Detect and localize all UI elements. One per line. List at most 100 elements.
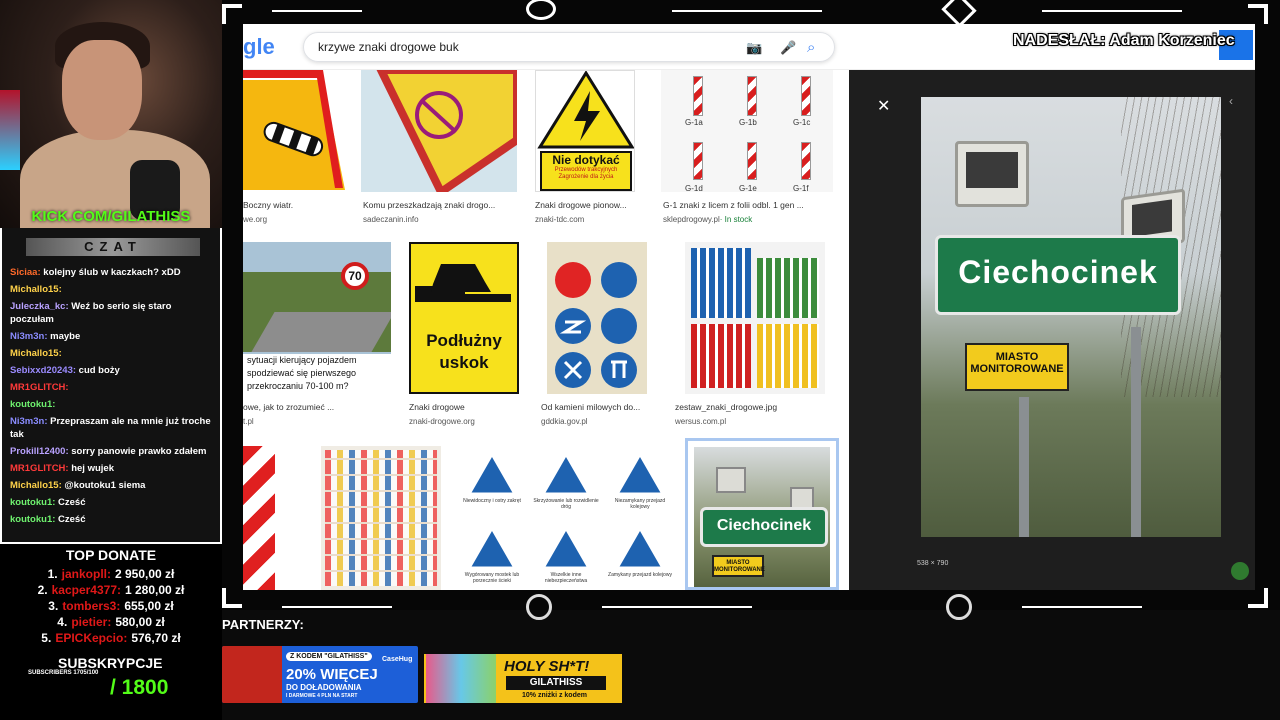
tile-text: sytuacji kierujący pojazdem bbox=[247, 355, 357, 365]
ad-headline: 20% WIĘCEJ bbox=[286, 666, 378, 683]
chat-username[interactable]: koutoku1: bbox=[10, 497, 55, 508]
warning-sign-icon bbox=[243, 70, 345, 190]
chat-list: Siciaa: kolejny ślub w kaczkach? xDD Mich… bbox=[10, 266, 215, 530]
result-image[interactable]: Niewidoczny i ostry zakręt Skrzyżowanie l… bbox=[457, 446, 679, 590]
warning-label: Wygórowany mostek lub porzecznie ścieki bbox=[464, 572, 520, 584]
chat-username[interactable]: Siciaa: bbox=[10, 267, 41, 278]
frame-corner bbox=[1248, 588, 1268, 608]
warning-label: Niezamykany przejazd kolejowy bbox=[614, 498, 666, 510]
subs-title: SUBSKRYPCJE bbox=[58, 655, 163, 671]
result-source[interactable]: znaki-tdc.com bbox=[535, 215, 584, 224]
result-source[interactable]: wersus.com.pl bbox=[675, 417, 726, 426]
result-image[interactable] bbox=[361, 70, 517, 192]
warning-label: Niewidoczny i ostry zakręt bbox=[463, 498, 521, 504]
warning-label: Skrzyżowanie lub rozwidlenie dróg bbox=[533, 498, 599, 510]
chat-username[interactable]: Sebixxd20243: bbox=[10, 365, 76, 376]
google-logo[interactable]: gle bbox=[243, 34, 275, 60]
warning-triangle-icon bbox=[541, 526, 591, 570]
result-source[interactable]: znaki-drogowe.org bbox=[409, 417, 475, 426]
logo-icon bbox=[526, 594, 552, 620]
result-caption[interactable]: Znaki drogowe pionow... bbox=[535, 200, 627, 210]
chat-text: hej wujek bbox=[71, 463, 114, 474]
tile-text: Podłużny bbox=[426, 331, 502, 350]
chat-username[interactable]: Juleczka_kc: bbox=[10, 301, 69, 312]
site-favicon[interactable] bbox=[1231, 562, 1249, 580]
monitored-plate: MIASTO MONITOROWANE bbox=[965, 343, 1069, 391]
chat-message: Michallo15: @koutoku1 siema bbox=[10, 479, 215, 492]
selected-result-image[interactable]: Ciechocinek MIASTO MONITOROWANE bbox=[685, 438, 839, 590]
chat-text: sorry panowie prawko zdałem bbox=[71, 446, 207, 457]
chat-message: Ni3m3n: maybe bbox=[10, 330, 215, 343]
chat-text: Cześć bbox=[58, 497, 86, 508]
donation-amount: 655,00 zł bbox=[124, 599, 174, 613]
result-caption[interactable]: Od kamieni milowych do... bbox=[541, 402, 640, 412]
chat-message: Ni3m3n: Przepraszam ale na mnie już troc… bbox=[10, 415, 215, 441]
donate-panel: TOP DONATE 1. jankopll: 2 950,00 zł 2. kacpe… bbox=[0, 544, 222, 720]
g1-post-icon bbox=[747, 76, 757, 116]
result-source[interactable]: gddkia.gov.pl bbox=[541, 417, 588, 426]
donation-name: EPICKepcio: bbox=[55, 631, 128, 645]
ad-holysht[interactable]: HOLY SH*T! GILATHISS 10% zniżki z kodem bbox=[424, 654, 622, 703]
chat-username[interactable]: Michallo15: bbox=[10, 284, 62, 295]
donate-title: TOP DONATE bbox=[65, 547, 157, 563]
donation-rank: 1. bbox=[47, 567, 58, 581]
chat-username[interactable]: Prokill12400: bbox=[10, 446, 69, 457]
close-icon[interactable]: ✕ bbox=[877, 96, 890, 116]
search-input[interactable]: krzywe znaki drogowe buk bbox=[318, 40, 459, 54]
result-caption[interactable]: G-1 znaki z licem z folii odbl. 1 gen ..… bbox=[663, 200, 804, 210]
chat-username[interactable]: Michallo15: bbox=[10, 480, 62, 491]
warning-triangle-icon bbox=[615, 526, 665, 570]
search-icon[interactable]: ⌕ bbox=[807, 40, 815, 56]
chat-message: Prokill12400: sorry panowie prawko zdałe… bbox=[10, 445, 215, 458]
result-image[interactable]: Podłużny uskok bbox=[409, 242, 519, 394]
chat-username[interactable]: MR1GLITCH: bbox=[10, 382, 69, 393]
preview-image[interactable]: Ciechocinek MIASTO MONITOROWANE bbox=[921, 97, 1221, 537]
result-source[interactable]: sadeczanin.info bbox=[363, 215, 419, 224]
vandalized-sign-icon bbox=[376, 70, 517, 192]
result-image[interactable]: Nie dotykać Przewodów trakcyjnych Zagroż… bbox=[535, 70, 635, 192]
chat-text: @koutoku1 siema bbox=[64, 480, 146, 491]
result-image[interactable] bbox=[243, 446, 305, 590]
result-image[interactable]: 70 sytuacji kierujący pojazdem spodziewa… bbox=[243, 242, 391, 394]
chat-header: CZAT bbox=[26, 238, 200, 256]
chat-username[interactable]: Michallo15: bbox=[10, 348, 62, 359]
chat-username[interactable]: MR1GLITCH: bbox=[10, 463, 69, 474]
chat-text: kolejny ślub w kaczkach? xDD bbox=[43, 267, 181, 278]
frame-bar bbox=[602, 606, 752, 608]
g1-label: G-1a bbox=[685, 118, 703, 127]
result-image[interactable] bbox=[685, 242, 825, 394]
donation-row: 3. tombers3: 655,00 zł bbox=[0, 598, 222, 614]
chat-username[interactable]: koutoku1: bbox=[10, 514, 55, 525]
result-source[interactable]: we.org bbox=[243, 215, 267, 224]
warning-label: Wszelkie inne niebezpieczeństwa bbox=[544, 572, 588, 584]
result-caption[interactable]: Znaki drogowe bbox=[409, 402, 465, 412]
result-caption[interactable]: Komu przeszkadzają znaki drogo... bbox=[363, 200, 495, 210]
camera-icon[interactable]: 📷 bbox=[746, 40, 762, 56]
result-source[interactable]: sklepdrogowy.pl· In stock bbox=[663, 215, 752, 224]
chat-message: Sebixxd20243: cud boży bbox=[10, 364, 215, 377]
chevron-left-icon[interactable]: ‹ bbox=[1229, 94, 1233, 108]
result-caption[interactable]: owe, jak to zrozumieć ... bbox=[243, 402, 334, 412]
g1-post-icon bbox=[693, 76, 703, 116]
ad-casehug[interactable]: Z KODEM "GILATHISS" CaseHug 20% WIĘCEJ D… bbox=[222, 646, 418, 703]
result-image[interactable] bbox=[547, 242, 647, 394]
chat-message: Michallo15: bbox=[10, 347, 215, 360]
result-caption[interactable]: zestaw_znaki_drogowe.jpg bbox=[675, 402, 777, 412]
g1-label: G-1b bbox=[739, 118, 757, 127]
chat-username[interactable]: koutoku1: bbox=[10, 399, 55, 410]
town-sign: Ciechocinek bbox=[700, 507, 828, 547]
warning-triangle-icon bbox=[467, 452, 517, 496]
result-image[interactable] bbox=[321, 446, 441, 590]
chat-message: koutoku1: Cześć bbox=[10, 496, 215, 509]
donation-row: 4. pietier: 580,00 zł bbox=[0, 614, 222, 630]
microphone-icon[interactable]: 🎤 bbox=[780, 40, 796, 56]
result-source[interactable]: t.pl bbox=[243, 417, 254, 426]
ad-note: I DARMOWE 4 PLN NA START bbox=[286, 693, 358, 699]
chat-username[interactable]: Ni3m3n: bbox=[10, 331, 47, 342]
chat-username[interactable]: Ni3m3n: bbox=[10, 416, 47, 427]
result-caption[interactable]: Boczny wiatr. bbox=[243, 200, 293, 210]
search-box[interactable]: krzywe znaki drogowe buk 📷 🎤 ⌕ bbox=[303, 32, 835, 62]
result-image[interactable]: G-1a G-1b G-1c G-1d G-1e G-1f bbox=[661, 70, 833, 192]
ad-code: GILATHISS bbox=[506, 676, 606, 690]
result-image[interactable] bbox=[243, 70, 345, 192]
